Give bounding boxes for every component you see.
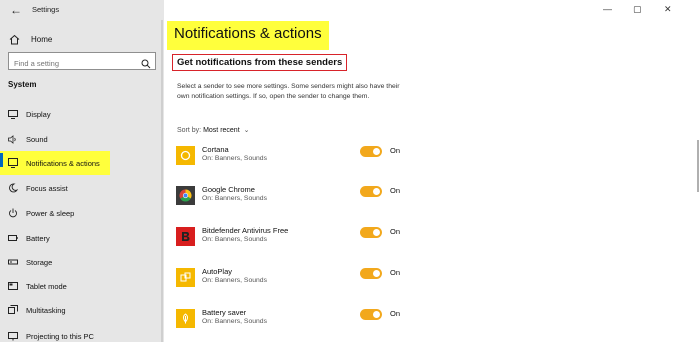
sidebar-item-label: Projecting to this PC bbox=[26, 331, 94, 341]
sender-status: On: Banners, Sounds bbox=[202, 277, 267, 284]
chrome-icon bbox=[176, 186, 195, 205]
toggle-state: On bbox=[390, 268, 401, 277]
senders-description: Select a sender to see more settings. So… bbox=[177, 83, 400, 100]
section-heading: Get notifications from these senders bbox=[172, 54, 348, 71]
search-box bbox=[8, 52, 156, 72]
notification-toggle[interactable] bbox=[360, 146, 382, 157]
sidebar-item-label: Power & sleep bbox=[26, 208, 75, 218]
sidebar-item-multitasking[interactable]: Multitasking bbox=[0, 301, 164, 319]
sender-name: AutoPlay bbox=[202, 267, 233, 276]
notification-toggle[interactable] bbox=[360, 309, 382, 320]
sidebar-item-label: Sound bbox=[26, 134, 48, 144]
sender-status: On: Banners, Sounds bbox=[202, 195, 267, 202]
home-icon bbox=[8, 33, 20, 45]
sidebar-item-notifications[interactable]: Notifications & actions bbox=[0, 151, 110, 175]
sidebar-item-label: Multitasking bbox=[26, 305, 66, 315]
autoplay-icon bbox=[176, 268, 195, 287]
sidebar-item-projecting[interactable]: Projecting to this PC bbox=[0, 327, 164, 342]
bitdefender-icon bbox=[176, 227, 195, 246]
notification-toggle[interactable] bbox=[360, 227, 382, 238]
notification-toggle[interactable] bbox=[360, 186, 382, 197]
toggle-state: On bbox=[390, 186, 401, 195]
sender-cortana[interactable]: Cortana On: Banners, Sounds On bbox=[176, 145, 416, 169]
search-input[interactable] bbox=[9, 55, 135, 72]
sort-by-dropdown[interactable]: Sort by: Most recent ⌄ bbox=[177, 126, 249, 134]
sender-status: On: Banners, Sounds bbox=[202, 155, 267, 162]
sort-by-label: Sort by: bbox=[177, 127, 202, 134]
window-title: Settings bbox=[32, 5, 60, 14]
multitasking-icon bbox=[8, 305, 18, 315]
notifications-icon bbox=[8, 158, 18, 168]
chevron-down-icon: ⌄ bbox=[243, 127, 250, 134]
search-icon[interactable] bbox=[141, 56, 151, 69]
sender-battery-saver[interactable]: Battery saver On: Banners, Sounds On bbox=[176, 308, 416, 332]
main-panel: Notifications & actions Get notification… bbox=[164, 0, 700, 342]
page-title: Notifications & actions bbox=[167, 21, 329, 50]
sidebar-item-label: Notifications & actions bbox=[26, 158, 100, 168]
sender-google-chrome[interactable]: Google Chrome On: Banners, Sounds On bbox=[176, 185, 416, 209]
title-bar: ← Settings bbox=[0, 0, 164, 20]
toggle-state: On bbox=[390, 309, 401, 318]
notification-toggle[interactable] bbox=[360, 268, 382, 279]
sender-autoplay[interactable]: AutoPlay On: Banners, Sounds On bbox=[176, 267, 416, 291]
sender-name: Battery saver bbox=[202, 308, 247, 317]
sidebar-item-label: Focus assist bbox=[26, 183, 68, 193]
sidebar-item-label: Battery bbox=[26, 233, 50, 243]
projector-icon bbox=[8, 331, 18, 341]
back-arrow-icon[interactable]: ← bbox=[10, 3, 22, 17]
sender-status: On: Banners, Sounds bbox=[202, 318, 267, 325]
sidebar-scrollbar[interactable] bbox=[161, 20, 163, 342]
sender-name: Google Chrome bbox=[202, 185, 255, 194]
home-label: Home bbox=[31, 34, 53, 44]
sidebar-item-battery[interactable]: Battery bbox=[0, 229, 164, 247]
sidebar: ← Settings Home System Display Sound Not… bbox=[0, 0, 164, 342]
home-link[interactable]: Home bbox=[8, 32, 52, 46]
sidebar-item-tablet-mode[interactable]: Tablet mode bbox=[0, 277, 164, 295]
storage-icon bbox=[8, 257, 18, 267]
sender-name: Bitdefender Antivirus Free bbox=[202, 226, 289, 235]
display-icon bbox=[8, 109, 18, 119]
sidebar-item-label: Storage bbox=[26, 257, 53, 267]
sidebar-item-focus-assist[interactable]: Focus assist bbox=[0, 179, 164, 197]
cortana-icon bbox=[176, 146, 195, 165]
battery-icon bbox=[8, 233, 18, 243]
battery-saver-icon bbox=[176, 309, 195, 328]
sender-status: On: Banners, Sounds bbox=[202, 236, 267, 243]
tablet-icon bbox=[8, 281, 18, 291]
toggle-state: On bbox=[390, 227, 401, 236]
sidebar-item-storage[interactable]: Storage bbox=[0, 253, 164, 271]
sender-name: Cortana bbox=[202, 145, 229, 154]
sender-bitdefender[interactable]: Bitdefender Antivirus Free On: Banners, … bbox=[176, 226, 416, 250]
sidebar-item-label: Tablet mode bbox=[26, 281, 67, 291]
power-icon bbox=[8, 208, 18, 218]
sidebar-item-label: Display bbox=[26, 109, 51, 119]
main-scrollbar[interactable] bbox=[697, 140, 699, 192]
section-label-system: System bbox=[8, 80, 37, 89]
sound-icon bbox=[8, 134, 18, 144]
moon-icon bbox=[8, 183, 18, 193]
sort-by-value: Most recent bbox=[203, 127, 240, 134]
toggle-state: On bbox=[390, 146, 401, 155]
sidebar-item-display[interactable]: Display bbox=[0, 105, 164, 123]
sidebar-item-power-sleep[interactable]: Power & sleep bbox=[0, 204, 164, 222]
sidebar-item-sound[interactable]: Sound bbox=[0, 130, 164, 148]
